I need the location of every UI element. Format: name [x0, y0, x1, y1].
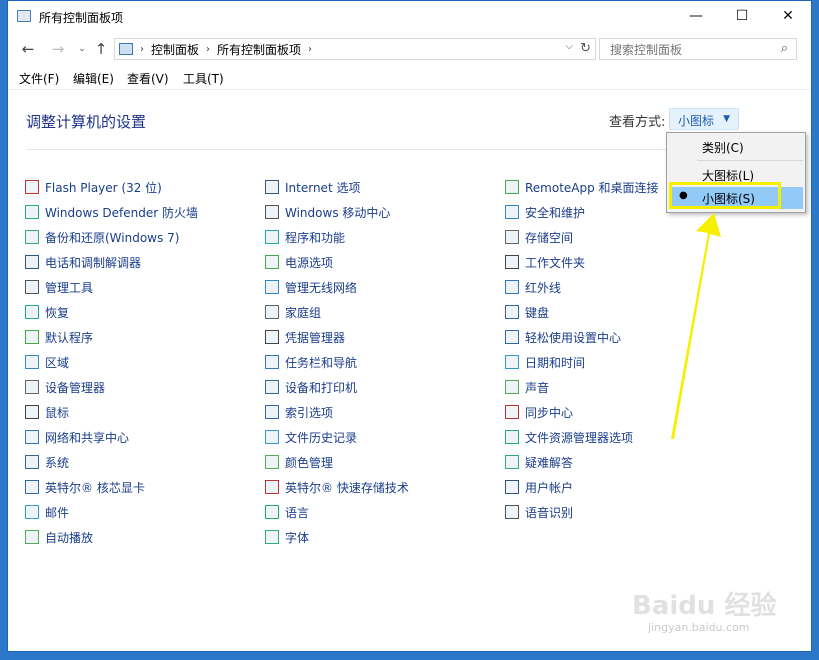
annotation-arrow	[671, 213, 721, 439]
baidu-watermark: Baidu 经验	[632, 591, 777, 621]
baidu-watermark-url: jingyan.baidu.com	[648, 621, 750, 634]
explorer-window: 所有控制面板项 — ☐ ✕ ← → ⌄ ↑ › 控制面板 › 所有控制面板项 ›…	[7, 0, 812, 652]
arrow-shape	[671, 213, 721, 439]
